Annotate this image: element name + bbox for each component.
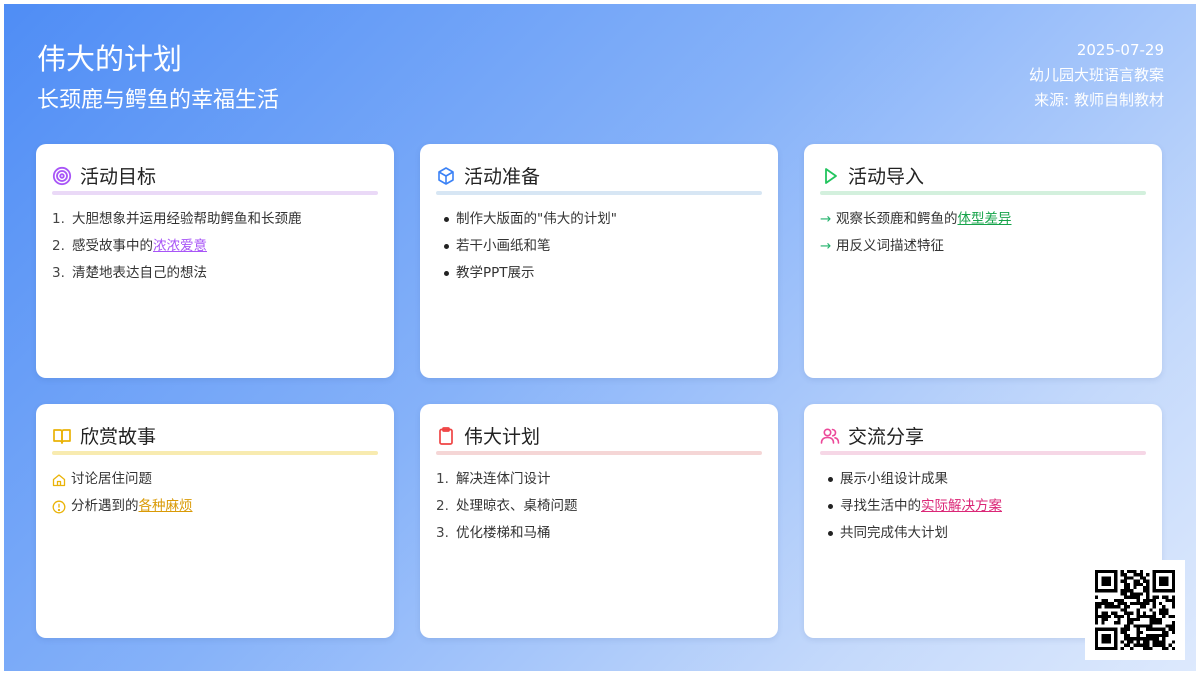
list-item: 1. 大胆想象并运用经验帮助鳄鱼和长颈鹿 [52, 211, 302, 227]
list-item: 2. 处理晾衣、桌椅问题 [436, 498, 578, 514]
arrow-right-icon: → [820, 238, 832, 254]
list-item: 讨论居住问题 [52, 466, 193, 493]
qr-code-image [1095, 570, 1175, 650]
list-item: 分析遇到的 各种麻烦 [52, 493, 193, 520]
highlight-link[interactable]: 浓浓爱意 [153, 233, 207, 260]
slide: 伟大的计划 长颈鹿与鳄鱼的幸福生活 2025-07-29 幼儿园大班语言教案 来… [4, 4, 1196, 671]
list-item: 展示小组设计成果 [820, 466, 1002, 493]
plan-list: 1. 解决连体门设计 2. 处理晾衣、桌椅问题 3. 优化楼梯和马桶 [436, 466, 578, 547]
card-title: 伟大计划 [464, 426, 541, 448]
highlight-link[interactable]: 各种麻烦 [139, 493, 193, 520]
story-list: 讨论居住问题 分析遇到的 各种麻烦 [52, 466, 193, 520]
card-title: 欣赏故事 [80, 426, 157, 448]
home-icon [52, 473, 66, 486]
arrow-right-icon: → [820, 211, 832, 227]
qr-code [1085, 560, 1185, 660]
category-text: 幼儿园大班语言教案 [1028, 66, 1164, 84]
card-divider [820, 451, 1146, 455]
list-item: 教学PPT展示 [436, 260, 617, 287]
clipboard-icon [439, 426, 453, 445]
highlight-link[interactable]: 实际解决方案 [921, 493, 1002, 520]
card-title: 活动导入 [848, 166, 925, 188]
users-icon [820, 427, 840, 444]
card-divider [436, 451, 762, 455]
card-divider [820, 191, 1146, 195]
list-item: 1. 解决连体门设计 [436, 471, 551, 487]
list-item: 若干小画纸和笔 [436, 233, 617, 260]
list-item: 3. 优化楼梯和马桶 [436, 525, 551, 541]
page-title: 伟大的计划 [37, 42, 183, 76]
list-item: → 用反义词描述特征 [820, 233, 1012, 260]
intro-list: → 观察长颈鹿和鳄鱼的 体型差异 → 用反义词描述特征 [820, 206, 1012, 260]
list-item: 2. 感受故事中的 浓浓爱意 [52, 233, 302, 260]
page-subtitle: 长颈鹿与鳄鱼的幸福生活 [37, 88, 280, 113]
card-title: 活动准备 [464, 166, 541, 188]
book-open-icon [53, 428, 71, 444]
share-list: 展示小组设计成果 寻找生活中的 实际解决方案 共同完成伟大计划 [820, 466, 1002, 547]
meta-info: 2025-07-29 幼儿园大班语言教案 来源: 教师自制教材 [1029, 38, 1164, 113]
target-icon [52, 166, 72, 185]
highlight-link[interactable]: 体型差异 [958, 206, 1012, 233]
card-title: 活动目标 [80, 166, 157, 188]
prep-list: 制作大版面的"伟大的计划" 若干小画纸和笔 教学PPT展示 [436, 206, 617, 287]
source-text: 来源: 教师自制教材 [1034, 91, 1164, 109]
date-text: 2025-07-29 [1076, 41, 1164, 59]
card-title: 交流分享 [848, 426, 925, 448]
card-divider [52, 191, 378, 195]
box-icon [438, 166, 454, 185]
list-item: 寻找生活中的 实际解决方案 [820, 493, 1002, 520]
play-icon [825, 167, 837, 184]
list-item: 共同完成伟大计划 [820, 520, 1002, 547]
list-item: 制作大版面的"伟大的计划" [436, 206, 617, 233]
card-intro: 活动导入 → 观察长颈鹿和鳄鱼的 体型差异 → 用反义词描述特征 [804, 144, 1162, 378]
card-divider [436, 191, 762, 195]
card-plan: 伟大计划 1. 解决连体门设计 2. 处理晾衣、桌椅问题 3. 优化楼梯和马桶 [420, 404, 778, 638]
card-divider [52, 451, 378, 455]
alert-circle-icon [52, 500, 66, 513]
card-goals: 活动目标 1. 大胆想象并运用经验帮助鳄鱼和长颈鹿 2. 感受故事中的 浓浓爱意 3.… [36, 144, 394, 378]
card-story: 欣赏故事 讨论居住问题 分析遇到的 各种麻烦 [36, 404, 394, 638]
list-item: → 观察长颈鹿和鳄鱼的 体型差异 [820, 206, 1012, 233]
card-prep: 活动准备 制作大版面的"伟大的计划" 若干小画纸和笔 教学PPT展示 [420, 144, 778, 378]
goals-list: 1. 大胆想象并运用经验帮助鳄鱼和长颈鹿 2. 感受故事中的 浓浓爱意 3. 清楚地表达… [52, 206, 302, 287]
list-item: 3. 清楚地表达自己的想法 [52, 265, 207, 281]
